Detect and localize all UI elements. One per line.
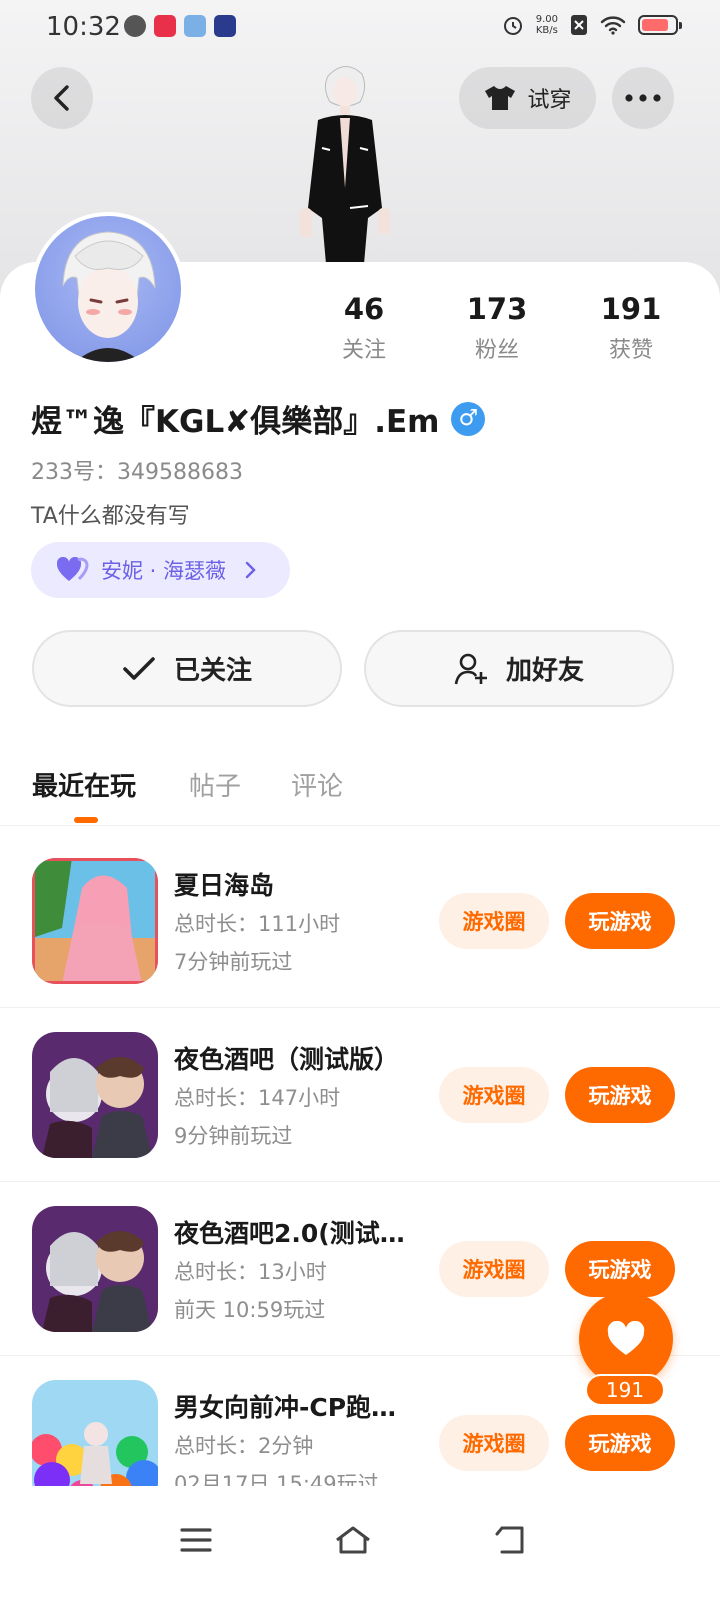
game-circle-button[interactable]: 游戏圈: [439, 893, 549, 949]
followed-label: 已关注: [173, 656, 252, 686]
recent-apps-button[interactable]: [166, 1510, 226, 1570]
avatar-3d-figure[interactable]: [290, 58, 400, 264]
tool-app-icon: [214, 15, 236, 37]
game-playtime: 总时长：2分钟: [174, 1434, 314, 1458]
status-bar: 10:32 9.00 KB/s: [0, 0, 720, 56]
return-icon: [495, 1526, 524, 1554]
partner-label: 安妮 · 海瑟薇: [101, 559, 227, 583]
user-id: 233号：349588683: [31, 460, 243, 485]
battery-icon: [638, 15, 682, 35]
wifi-icon: [600, 16, 626, 35]
chevron-right-icon: [245, 561, 256, 579]
heart-icon: [607, 1321, 645, 1355]
game-circle-button[interactable]: 游戏圈: [439, 1241, 549, 1297]
username-row: 煜™逸『KGL✘俱樂部』.Em ♂: [31, 396, 486, 441]
menu-lines-icon: [180, 1528, 212, 1552]
game-circle-button[interactable]: 游戏圈: [439, 1415, 549, 1471]
stat-following-label: 关注: [341, 338, 386, 363]
game-title: 夜色酒吧2.0(测试…: [174, 1219, 405, 1248]
add-friend-label: 加好友: [505, 656, 584, 686]
stat-following[interactable]: 46 关注: [309, 292, 419, 364]
male-gender-icon: ♂: [451, 401, 486, 436]
stat-fans-value: 173: [466, 292, 528, 326]
more-dots-icon: [625, 94, 661, 102]
list-item[interactable]: 夏日海岛 总时长：111小时 7分钟前玩过 游戏圈 玩游戏: [0, 834, 720, 1008]
play-game-button[interactable]: 玩游戏: [565, 1241, 675, 1297]
try-on-label: 试穿: [527, 88, 572, 113]
alarm-icon: [503, 17, 522, 35]
like-button[interactable]: [579, 1292, 673, 1386]
game-icon-night-bar-2[interactable]: [32, 1206, 158, 1332]
game-icon-night-bar[interactable]: [32, 1032, 158, 1158]
back-arrow-icon: [54, 85, 69, 111]
play-game-button[interactable]: 玩游戏: [565, 1067, 675, 1123]
home-icon: [336, 1526, 370, 1554]
avatar[interactable]: [31, 212, 185, 366]
no-sim-icon: [571, 15, 587, 35]
game-circle-button[interactable]: 游戏圈: [439, 1067, 549, 1123]
play-game-button[interactable]: 玩游戏: [565, 1415, 675, 1471]
stat-following-value: 46: [343, 292, 385, 326]
double-heart-icon: [57, 557, 89, 581]
game-last-played: 9分钟前玩过: [174, 1124, 293, 1148]
game-title: 男女向前冲-CP跑…: [174, 1393, 397, 1422]
status-indicators: 9.00 KB/s: [502, 14, 682, 36]
avatar-portrait: [62, 231, 156, 362]
user-bio: TA什么都没有写: [31, 504, 190, 529]
net-speed: 9.00 KB/s: [535, 14, 558, 36]
stat-fans-label: 粉丝: [474, 338, 519, 363]
more-options-button[interactable]: [612, 67, 674, 129]
status-time: 10:32: [46, 12, 121, 42]
checkmark-icon: [123, 656, 155, 680]
game-playtime: 总时长：147小时: [174, 1086, 341, 1110]
try-on-button[interactable]: 试穿: [459, 67, 596, 129]
add-friend-button[interactable]: 加好友: [364, 630, 674, 707]
home-button[interactable]: [323, 1510, 383, 1570]
game-app-icon: [184, 15, 206, 37]
tab-comments[interactable]: 评论: [291, 766, 343, 803]
game-icon-cp-runner[interactable]: [32, 1380, 158, 1486]
add-user-icon: [454, 653, 487, 684]
play-game-button[interactable]: 玩游戏: [565, 893, 675, 949]
game-last-played: 7分钟前玩过: [174, 950, 293, 974]
partner-chip[interactable]: 安妮 · 海瑟薇: [31, 542, 290, 598]
status-app-icons: [124, 15, 236, 37]
stat-likes-label: 获赞: [608, 338, 653, 363]
back-nav-button[interactable]: [480, 1510, 540, 1570]
media-app-icon: [124, 15, 146, 37]
game-icon-summer-island[interactable]: [32, 858, 158, 984]
game-playtime: 总时长：111小时: [174, 912, 341, 936]
game-last-played: 02月17日 15:49玩过: [174, 1472, 379, 1486]
game-title: 夜色酒吧（测试版）: [174, 1045, 400, 1074]
followed-button[interactable]: 已关注: [32, 630, 342, 707]
game-title: 夏日海岛: [174, 871, 275, 900]
back-button[interactable]: [31, 67, 93, 129]
system-navigation-bar: [0, 1486, 720, 1600]
stat-likes[interactable]: 191 获赞: [576, 292, 686, 364]
game-playtime: 总时长：13小时: [174, 1260, 327, 1284]
battery-level: [642, 19, 669, 31]
stat-fans[interactable]: 173 粉丝: [442, 292, 552, 364]
shop-app-icon: [154, 15, 176, 37]
tab-recently-played[interactable]: 最近在玩: [32, 766, 136, 803]
stat-likes-value: 191: [600, 292, 662, 326]
username: 煜™逸『KGL✘俱樂部』.Em: [31, 404, 440, 440]
tab-posts[interactable]: 帖子: [189, 766, 241, 803]
profile-tabs: 最近在玩 帖子 评论: [0, 764, 720, 826]
tshirt-icon: [485, 86, 516, 110]
like-count-badge: 191: [585, 1374, 665, 1406]
game-last-played: 前天 10:59玩过: [174, 1298, 326, 1322]
list-item[interactable]: 夜色酒吧（测试版） 总时长：147小时 9分钟前玩过 游戏圈 玩游戏: [0, 1008, 720, 1182]
active-tab-indicator: [74, 817, 98, 823]
